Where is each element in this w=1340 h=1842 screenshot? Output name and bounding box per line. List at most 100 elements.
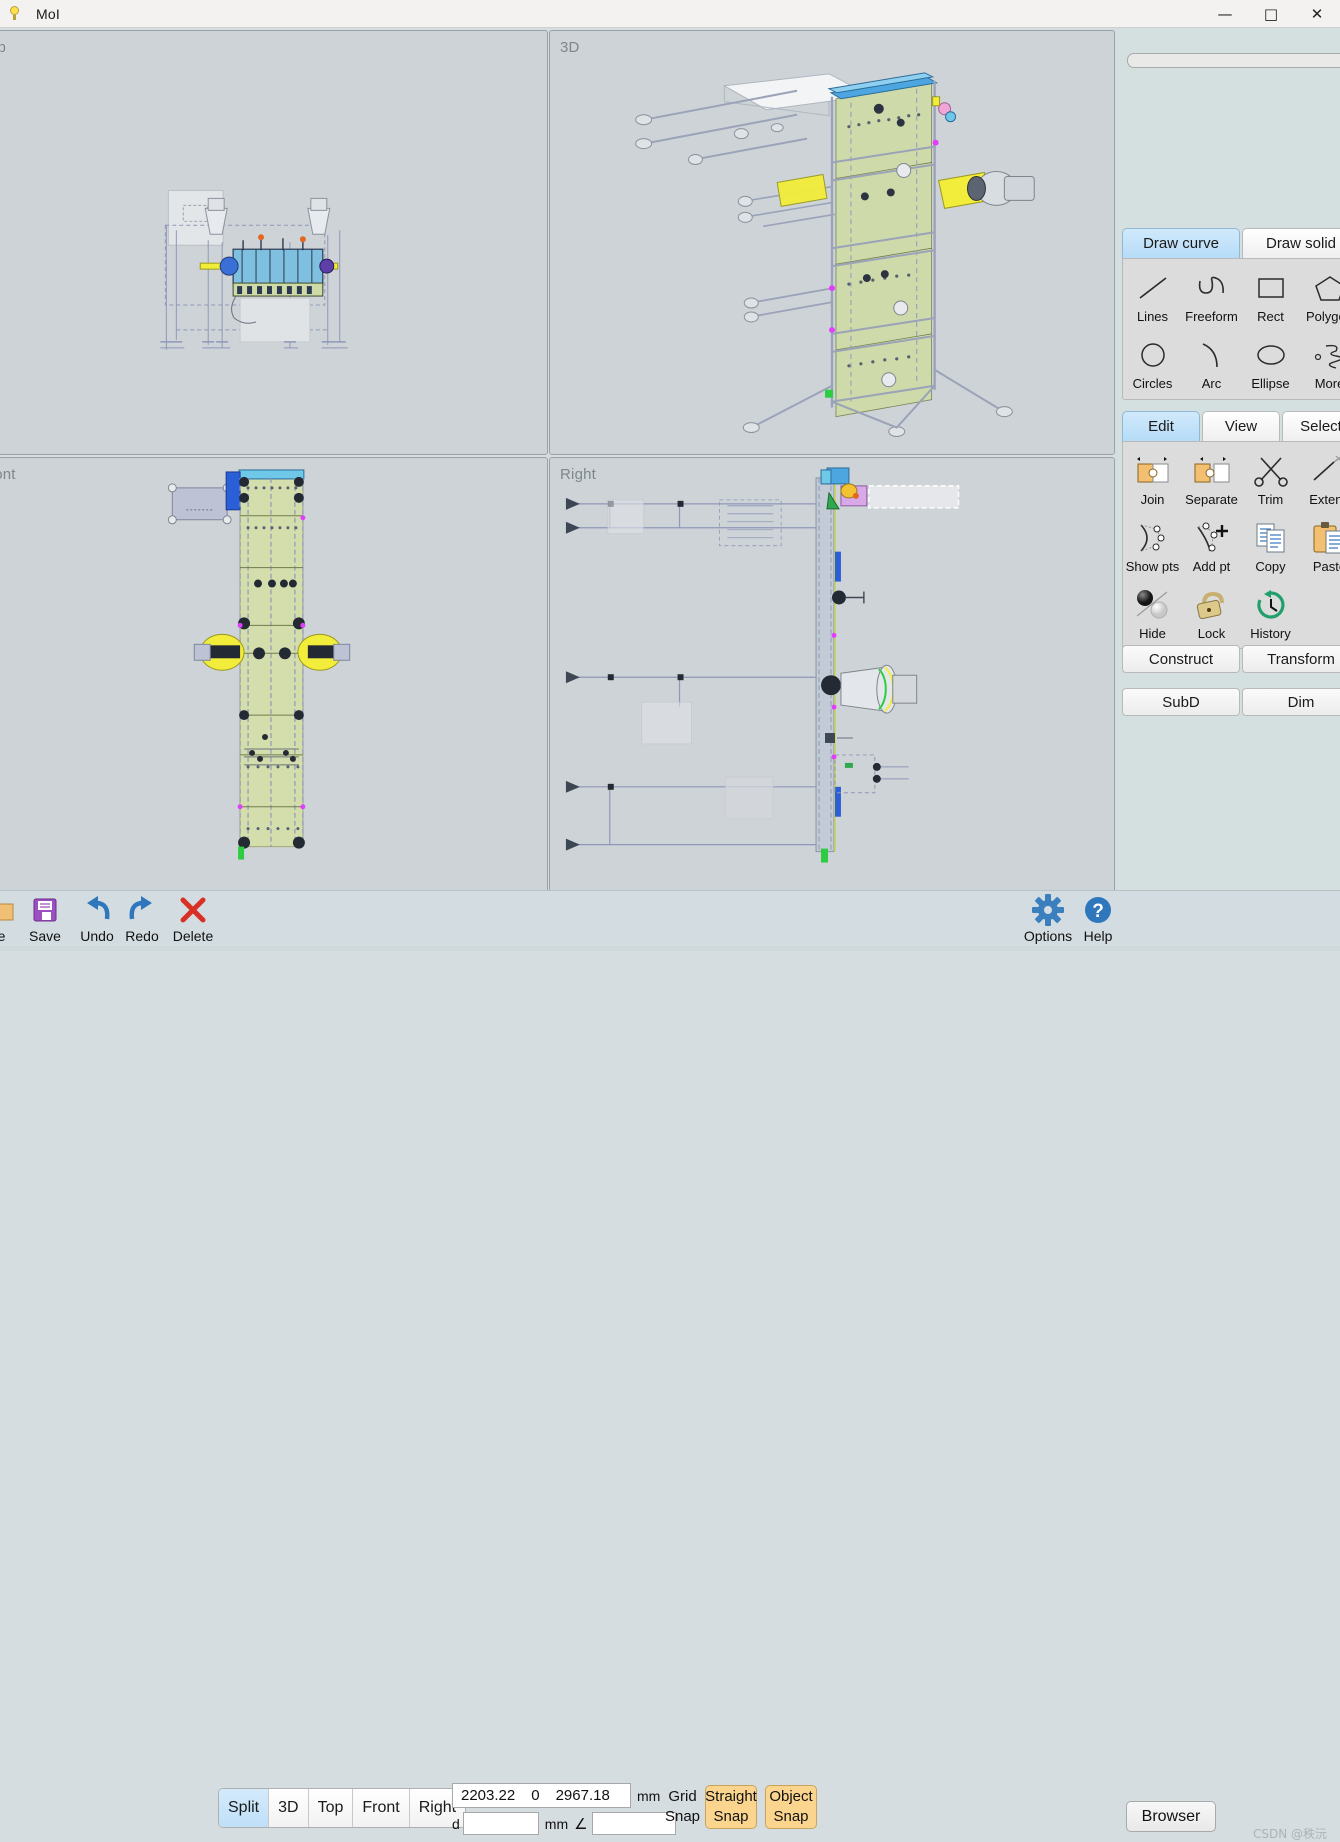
object-snap-line2: Snap [773, 1807, 808, 1827]
coord-x-value: 2203.22 [461, 1787, 515, 1804]
tool-ellipse[interactable]: Ellipse [1241, 332, 1300, 399]
viewport-3d[interactable]: 3D [549, 30, 1115, 455]
grid-snap-toggle[interactable]: Grid Snap [660, 1787, 705, 1827]
tool-circles[interactable]: Circles [1123, 332, 1182, 399]
tool-join[interactable]: Join [1123, 448, 1182, 515]
tab-draw-solid[interactable]: Draw solid [1242, 228, 1340, 258]
redo-arrow-icon [126, 893, 158, 927]
tab-construct[interactable]: Construct [1122, 645, 1240, 673]
distance-unit-label: mm [545, 1816, 568, 1832]
tool-hide[interactable]: Hide [1123, 582, 1182, 649]
tool-trim[interactable]: Trim [1241, 448, 1300, 515]
tab-edit[interactable]: Edit [1122, 411, 1200, 441]
paste-icon [1309, 518, 1340, 558]
add-point-icon [1191, 518, 1233, 558]
viewport-front[interactable]: ront [0, 457, 548, 904]
xyz-input[interactable]: 2203.22 0 2967.18 [452, 1783, 631, 1808]
arc-icon [1191, 335, 1233, 375]
undo-label: Undo [80, 928, 113, 944]
tool-label: Paste [1313, 559, 1340, 574]
help-question-icon: ? [1083, 893, 1113, 927]
tab-dim[interactable]: Dim [1242, 688, 1340, 716]
maximize-button[interactable]: □ [1248, 0, 1294, 28]
view-front-button[interactable]: Front [353, 1789, 409, 1827]
tool-history[interactable]: History [1241, 582, 1300, 649]
options-button[interactable]: Options [1022, 893, 1074, 949]
window-title: MoI [36, 6, 60, 22]
browser-button[interactable]: Browser [1126, 1801, 1216, 1832]
tool-label: Hide [1139, 626, 1166, 641]
history-clock-icon [1250, 585, 1292, 625]
tool-more-curves[interactable]: More [1300, 332, 1340, 399]
coord-z-value: 2967.18 [556, 1787, 610, 1804]
padlock-icon [1191, 585, 1233, 625]
help-button[interactable]: ? Help [1072, 893, 1124, 949]
straight-snap-line2: Snap [713, 1807, 748, 1827]
tool-add-pt[interactable]: Add pt [1182, 515, 1241, 582]
view-3d-button[interactable]: 3D [269, 1789, 308, 1827]
save-button[interactable]: Save [19, 893, 71, 949]
tool-label: Join [1141, 492, 1165, 507]
viewport-top-label: op [0, 39, 6, 56]
viewport-right-model [550, 458, 1114, 903]
subd-tab-row: SubD Dim [1122, 688, 1340, 716]
object-snap-toggle[interactable]: Object Snap [765, 1785, 817, 1829]
bottom-scroll-strip[interactable] [0, 946, 1340, 951]
tool-label: History [1250, 626, 1290, 641]
tool-label: Polygon [1306, 309, 1340, 324]
viewport-right[interactable]: Right [549, 457, 1115, 904]
view-top-button[interactable]: Top [309, 1789, 354, 1827]
save-label: Save [29, 928, 61, 944]
tool-extend[interactable]: Extend [1300, 448, 1340, 515]
floppy-disk-icon [30, 893, 60, 927]
tool-label: Trim [1258, 492, 1284, 507]
tool-separate[interactable]: Separate [1182, 448, 1241, 515]
folder-icon [0, 893, 16, 927]
tab-view[interactable]: View [1202, 411, 1280, 441]
tab-draw-curve[interactable]: Draw curve [1122, 228, 1240, 258]
scissors-icon [1250, 451, 1292, 491]
redo-button[interactable]: Redo [116, 893, 168, 949]
tool-paste[interactable]: Paste [1300, 515, 1340, 582]
straight-snap-toggle[interactable]: Straight Snap [705, 1785, 757, 1829]
tool-arc[interactable]: Arc [1182, 332, 1241, 399]
bottom-toolbar: le Save Undo Redo [0, 890, 1340, 951]
tool-polygon[interactable]: Polygon [1300, 265, 1340, 332]
copy-icon [1250, 518, 1292, 558]
tool-lines[interactable]: Lines [1123, 265, 1182, 332]
tool-rect[interactable]: Rect [1241, 265, 1300, 332]
edit-tool-panel: Join Separate [1122, 441, 1340, 649]
tool-label: Lines [1137, 309, 1168, 324]
freeform-curve-icon [1191, 268, 1233, 308]
viewport-3d-label: 3D [560, 39, 580, 56]
viewport-top[interactable]: op [0, 30, 548, 455]
more-curves-icon [1309, 335, 1340, 375]
coord-unit-label: mm [637, 1788, 660, 1804]
command-side-panel: Draw curve Draw solid Lines Freeform Re [1118, 28, 1340, 890]
view-split-button[interactable]: Split [219, 1789, 269, 1827]
window-controls: — □ ✕ [1202, 0, 1340, 28]
circle-icon [1132, 335, 1174, 375]
extend-icon [1309, 451, 1340, 491]
options-label: Options [1024, 928, 1072, 944]
browser-collapse-bar[interactable] [1127, 53, 1340, 68]
tab-select[interactable]: Select [1282, 411, 1340, 441]
tool-show-pts[interactable]: Show pts [1123, 515, 1182, 582]
tab-subd[interactable]: SubD [1122, 688, 1240, 716]
tool-freeform[interactable]: Freeform [1182, 265, 1241, 332]
tool-lock[interactable]: Lock [1182, 582, 1241, 649]
tab-transform[interactable]: Transform [1242, 645, 1340, 673]
draw-tab-row: Draw curve Draw solid [1122, 228, 1340, 258]
undo-arrow-icon [81, 893, 113, 927]
grid-snap-line2: Snap [660, 1807, 705, 1827]
edit-tab-row: Edit View Select [1122, 411, 1340, 441]
title-bar: MoI — □ ✕ [0, 0, 1340, 28]
tool-copy[interactable]: Copy [1241, 515, 1300, 582]
distance-input[interactable] [463, 1812, 539, 1835]
tool-label: More [1315, 376, 1340, 391]
close-button[interactable]: ✕ [1294, 0, 1340, 28]
minimize-button[interactable]: — [1202, 0, 1248, 28]
gear-icon [1032, 893, 1064, 927]
delete-x-icon [178, 893, 208, 927]
delete-button[interactable]: Delete [167, 893, 219, 949]
